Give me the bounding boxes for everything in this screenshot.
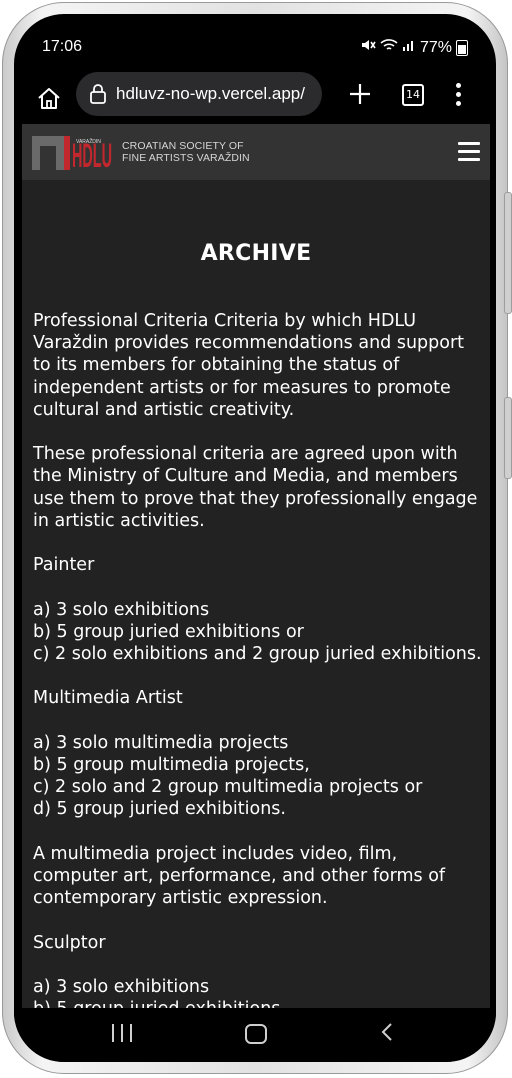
tabs-button[interactable]: 14 [402,84,424,106]
page-title: ARCHIVE [200,240,312,266]
home-button[interactable] [32,82,66,116]
url-text: hdluvz-no-wp.vercel.app/ [116,84,305,103]
recent-apps-button[interactable] [112,1024,132,1042]
power-button [504,397,512,479]
criteria-item: a) 3 solo multimedia projects [33,732,289,753]
status-icons: 77% [360,38,468,57]
volume-button [504,192,512,314]
paragraph: A multimedia project includes video, fil… [33,843,446,909]
status-time: 17:06 [42,38,83,55]
paragraph: Professional Criteria Criteria by which … [33,311,465,420]
logo-tagline-line2: FINE ARTISTS VARAŽDIN [122,152,250,164]
site-header: HDLU VARAŽDIN CROATIAN SOCIETY OF FINE A… [22,124,490,180]
section-heading: Sculptor [33,932,106,953]
section-heading: Painter [33,555,95,576]
more-vert-icon[interactable] [454,80,462,108]
paragraph: These professional criteria are agreed u… [33,444,478,531]
criteria-item: a) 3 solo exhibitions [33,599,210,620]
nav-home-button[interactable] [245,1024,267,1044]
back-icon[interactable] [380,1022,394,1042]
hdlu-logo[interactable]: HDLU VARAŽDIN [32,134,112,170]
home-icon [38,88,60,109]
phone-screen: 17:06 77% hdluvz-no-wp.vercel.app/ 14 HD… [14,14,496,1062]
criteria-item: d) 5 group juried exhibitions. [33,799,286,820]
plus-icon [350,84,370,104]
svg-text:VARAŽDIN: VARAŽDIN [76,137,101,145]
signal-icon [402,38,416,57]
criteria-item: b) 5 group juried exhibitions [33,998,483,1008]
criteria-item: b) 5 group juried exhibitions or [33,621,304,642]
phone-frame: 17:06 77% hdluvz-no-wp.vercel.app/ 14 HD… [2,2,512,1074]
system-nav-bar [14,1008,496,1062]
web-content: HDLU VARAŽDIN CROATIAN SOCIETY OF FINE A… [22,124,490,1008]
criteria-item: b) 5 group multimedia projects, [33,754,310,775]
new-tab-button[interactable] [344,78,376,110]
mute-icon [360,38,376,57]
lock-icon [90,84,106,104]
address-bar[interactable]: hdluvz-no-wp.vercel.app/ [76,72,322,116]
logo-tagline: CROATIAN SOCIETY OF FINE ARTISTS VARAŽDI… [122,140,250,164]
wifi-icon [380,38,398,57]
logo-tagline-line1: CROATIAN SOCIETY OF [122,140,244,152]
hamburger-menu-icon[interactable] [458,142,480,162]
browser-toolbar: hdluvz-no-wp.vercel.app/ 14 [14,72,496,122]
section-heading: Multimedia Artist [33,688,183,709]
battery-percent: 77% [419,38,452,56]
criteria-item: c) 2 solo and 2 group multimedia project… [33,777,423,798]
status-bar: 17:06 77% [14,14,496,72]
criteria-item: c) 2 solo exhibitions and 2 group juried… [33,644,482,664]
battery-icon [456,39,468,56]
article-body: Professional Criteria Criteria by which … [33,310,483,1008]
criteria-item: a) 3 solo exhibitions [33,976,210,997]
